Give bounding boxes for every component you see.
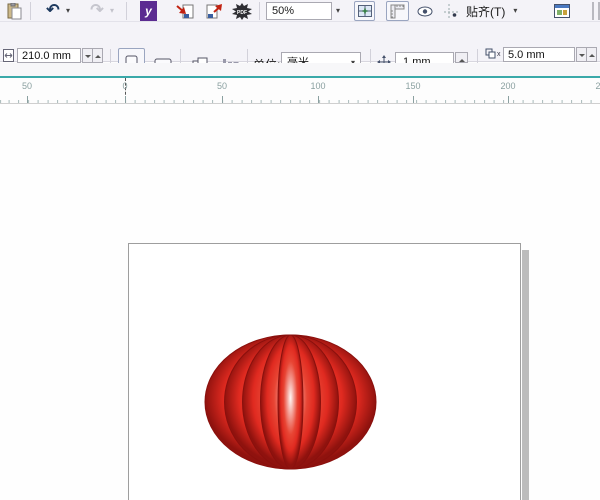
fullscreen-preview-icon	[357, 5, 372, 17]
undo-icon: ↶	[46, 2, 60, 19]
dup-x-subscript: x	[497, 50, 501, 58]
duplicate-distance-x-value: 5.0 mm	[508, 48, 545, 61]
rulers-icon	[390, 4, 405, 18]
property-bar: 210.0 mm 297.0 mm	[0, 22, 600, 80]
toolbar-gap-band	[0, 63, 600, 76]
spin-up-button[interactable]	[586, 47, 597, 62]
ruler-major-tick	[222, 96, 223, 103]
options-window-icon	[553, 4, 570, 18]
zoom-level-dropdown[interactable]: ▾	[336, 7, 340, 15]
lantern-segment-inner[interactable]	[277, 334, 304, 470]
separator	[126, 2, 127, 20]
ruler-label: 50	[216, 81, 228, 91]
zoom-level-combobox[interactable]: 50%	[266, 2, 332, 20]
paper-width-field[interactable]: 210.0 mm	[17, 48, 81, 63]
undo-button[interactable]: ↶	[42, 2, 64, 20]
pdf-icon: PDF	[232, 2, 252, 20]
ruler-label: 150	[405, 81, 421, 91]
ruler-minor-ticks	[0, 100, 600, 103]
clipped-icon	[592, 2, 600, 20]
guidelines-icon	[443, 4, 458, 18]
ruler-major-tick	[125, 96, 126, 103]
spin-up-button[interactable]	[92, 48, 103, 63]
svg-text:PDF: PDF	[237, 10, 247, 16]
ruler-major-tick	[413, 96, 414, 103]
ruler[interactable]: 50 0 50 100 150 200 250	[0, 78, 600, 104]
snap-to-label: 贴齐(T)	[466, 4, 506, 19]
redo-icon: ↷	[90, 2, 104, 19]
ruler-label: 0	[122, 81, 128, 91]
duplicate-x-spinners	[576, 47, 597, 62]
duplicate-distance-x-icon: x	[485, 48, 501, 60]
chevron-down-icon: ▾	[66, 6, 71, 15]
lantern-drawing[interactable]	[203, 333, 378, 472]
fullscreen-preview-button[interactable]	[354, 1, 375, 21]
ruler-major-tick	[508, 96, 509, 103]
separator	[30, 2, 31, 20]
duplicate-distance-x-field[interactable]: 5.0 mm	[503, 47, 575, 62]
show-rulers-button[interactable]	[386, 1, 409, 21]
show-grid-button[interactable]	[414, 1, 435, 21]
export-icon	[206, 4, 222, 19]
ruler-label: 100	[310, 81, 326, 91]
redo-dropdown[interactable]: ▾	[110, 7, 114, 15]
options-button[interactable]	[551, 2, 572, 20]
paste-icon	[7, 2, 21, 19]
standard-toolbar: ↶ ▾ ↷ ▾ y PDF 50% ▾ 贴齐(T) ▾	[0, 0, 600, 22]
application-launcher-button[interactable]: y	[140, 1, 157, 21]
ruler-major-tick	[318, 96, 319, 103]
undo-dropdown[interactable]: ▾	[66, 7, 70, 15]
separator	[259, 2, 260, 20]
chevron-down-icon: ▾	[336, 6, 341, 15]
ruler-major-tick	[27, 96, 28, 103]
coreldraw-window: ↶ ▾ ↷ ▾ y PDF 50% ▾ 贴齐(T) ▾ 210.0 mm .1 …	[0, 0, 600, 500]
paper-width-value: 210.0 mm	[22, 49, 71, 62]
corel-launcher-icon: y	[140, 1, 157, 21]
publish-to-pdf-button[interactable]: PDF	[230, 2, 254, 20]
chevron-down-icon: ▾	[110, 6, 115, 15]
ruler-label: 50	[21, 81, 33, 91]
ruler-label: 200	[500, 81, 516, 91]
export-button[interactable]	[203, 2, 225, 20]
show-guidelines-button[interactable]	[440, 1, 461, 21]
chevron-down-icon: ▾	[513, 6, 518, 15]
snap-to-button[interactable]: 贴齐(T) ▾	[466, 2, 517, 20]
import-button[interactable]	[174, 2, 196, 20]
page-shadow	[522, 250, 529, 500]
import-icon	[176, 4, 194, 19]
clipped-toolbar-fragment	[592, 2, 600, 20]
drawing-workspace[interactable]	[0, 104, 600, 500]
paper-width-icon	[3, 49, 14, 62]
zoom-level-value: 50%	[272, 5, 295, 17]
eye-icon	[417, 6, 432, 16]
paper-width-spinners	[82, 48, 103, 63]
ruler-label: 250	[595, 81, 600, 91]
paste-button[interactable]	[4, 2, 24, 20]
redo-button[interactable]: ↷	[86, 2, 108, 20]
